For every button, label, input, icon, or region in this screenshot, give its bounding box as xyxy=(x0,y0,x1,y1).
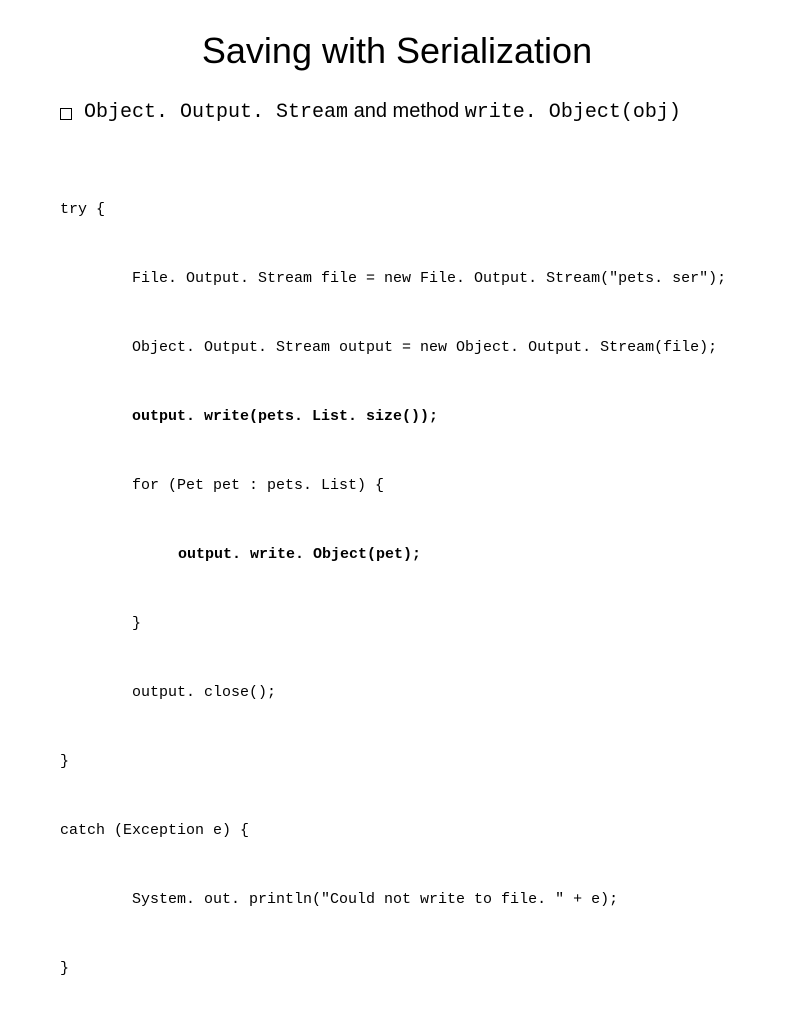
code-inline-2: write. Object(obj) xyxy=(465,101,681,124)
code-line: } xyxy=(60,607,734,642)
slide-title: Saving with Serialization xyxy=(60,30,734,72)
code-line: } xyxy=(60,745,734,780)
code-inline-1: Object. Output. Stream xyxy=(84,101,348,124)
code-line: Object. Output. Stream output = new Obje… xyxy=(60,331,734,366)
bullet-middle-text: and method xyxy=(348,100,465,122)
code-line: output. write. Object(pet); xyxy=(60,538,734,573)
code-line: } xyxy=(60,952,734,987)
code-line: File. Output. Stream file = new File. Ou… xyxy=(60,262,734,297)
code-line: catch (Exception e) { xyxy=(60,814,734,849)
code-block: try { File. Output. Stream file = new Fi… xyxy=(60,158,734,1021)
code-line: System. out. println("Could not write to… xyxy=(60,883,734,918)
bullet-item: Object. Output. Stream and method write.… xyxy=(60,100,734,124)
code-line: output. close(); xyxy=(60,676,734,711)
code-line: try { xyxy=(60,193,734,228)
bullet-text: Object. Output. Stream and method write.… xyxy=(84,100,681,124)
code-line: output. write(pets. List. size()); xyxy=(60,400,734,435)
code-line: for (Pet pet : pets. List) { xyxy=(60,469,734,504)
square-bullet-icon xyxy=(60,108,72,120)
